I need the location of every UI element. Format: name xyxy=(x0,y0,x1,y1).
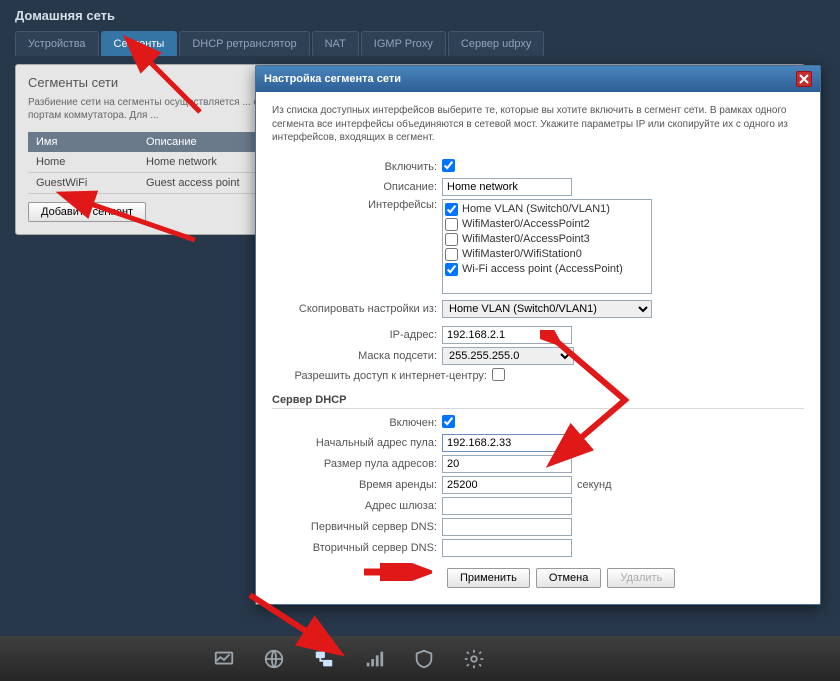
enable-checkbox[interactable] xyxy=(442,159,455,172)
interfaces-scrollbox[interactable]: Home VLAN (Switch0/VLAN1) WifiMaster0/Ac… xyxy=(442,199,652,294)
dhcp-section-header: Сервер DHCP xyxy=(272,394,804,409)
pool-start-input[interactable] xyxy=(442,434,572,452)
dns2-input[interactable] xyxy=(442,539,572,557)
label-gateway: Адрес шлюза: xyxy=(272,500,442,512)
label-descr: Описание: xyxy=(272,181,442,193)
modal-info: Из списка доступных интерфейсов выберите… xyxy=(272,104,804,145)
label-lease: Время аренды: xyxy=(272,479,442,491)
tab-dhcp-relay[interactable]: DHCP ретранслятор xyxy=(179,31,309,56)
bottom-nav xyxy=(0,636,840,681)
interface-item[interactable]: Wi-Fi access point (AccessPoint) xyxy=(445,262,649,277)
globe-icon[interactable] xyxy=(260,645,288,673)
description-input[interactable] xyxy=(442,178,572,196)
modal-header: Настройка сегмента сети xyxy=(256,66,820,92)
dhcp-enabled-checkbox[interactable] xyxy=(442,415,455,428)
interface-item[interactable]: WifiMaster0/AccessPoint2 xyxy=(445,217,649,232)
label-pool-size: Размер пула адресов: xyxy=(272,458,442,470)
tab-bar: Устройства Сегменты DHCP ретранслятор NA… xyxy=(15,31,825,56)
label-ifaces: Интерфейсы: xyxy=(272,199,442,211)
page-title: Домашняя сеть xyxy=(0,0,840,31)
tab-nat[interactable]: NAT xyxy=(312,31,359,56)
lease-suffix: секунд xyxy=(572,479,612,491)
interface-checkbox[interactable] xyxy=(445,233,458,246)
gear-icon[interactable] xyxy=(460,645,488,673)
label-copy-from: Скопировать настройки из: xyxy=(272,303,442,315)
label-ip: IP-адрес: xyxy=(272,329,442,341)
modal-buttons: Применить Отмена Удалить xyxy=(272,560,804,588)
delete-button: Удалить xyxy=(607,568,675,588)
label-allow-remote: Разрешить доступ к интернет-центру: xyxy=(272,370,492,382)
col-name: Имя xyxy=(28,132,138,152)
label-enable: Включить: xyxy=(272,161,442,173)
interface-item[interactable]: Home VLAN (Switch0/VLAN1) xyxy=(445,202,649,217)
cell-name: GuestWiFi xyxy=(28,173,138,194)
pool-size-input[interactable] xyxy=(442,455,572,473)
interface-checkbox[interactable] xyxy=(445,203,458,216)
cancel-button[interactable]: Отмена xyxy=(536,568,601,588)
label-dhcp-enabled: Включен: xyxy=(272,417,442,429)
interface-checkbox[interactable] xyxy=(445,248,458,261)
signal-icon[interactable] xyxy=(360,645,388,673)
label-dns2: Вторичный сервер DNS: xyxy=(272,542,442,554)
interface-item[interactable]: WifiMaster0/WifiStation0 xyxy=(445,247,649,262)
monitor-icon[interactable] xyxy=(210,645,238,673)
interface-checkbox[interactable] xyxy=(445,263,458,276)
interface-label: Home VLAN (Switch0/VLAN1) xyxy=(462,203,610,215)
gateway-input[interactable] xyxy=(442,497,572,515)
tab-udpxy[interactable]: Сервер udpxy xyxy=(448,31,545,56)
label-mask: Маска подсети: xyxy=(272,350,442,362)
add-segment-button[interactable]: Добавить сегмент xyxy=(28,202,146,222)
label-dns1: Первичный сервер DNS: xyxy=(272,521,442,533)
segment-settings-modal: Настройка сегмента сети Из списка доступ… xyxy=(255,65,821,605)
label-pool-start: Начальный адрес пула: xyxy=(272,437,442,449)
allow-remote-checkbox[interactable] xyxy=(492,368,505,381)
interface-checkbox[interactable] xyxy=(445,218,458,231)
interface-label: WifiMaster0/WifiStation0 xyxy=(462,248,582,260)
tab-devices[interactable]: Устройства xyxy=(15,31,99,56)
tab-segments[interactable]: Сегменты xyxy=(101,31,178,56)
shield-icon[interactable] xyxy=(410,645,438,673)
modal-title: Настройка сегмента сети xyxy=(264,73,401,85)
interface-label: WifiMaster0/AccessPoint3 xyxy=(462,233,590,245)
ip-input[interactable] xyxy=(442,326,572,344)
tab-igmp[interactable]: IGMP Proxy xyxy=(361,31,446,56)
copy-from-select[interactable]: Home VLAN (Switch0/VLAN1) xyxy=(442,300,652,318)
cell-name: Home xyxy=(28,152,138,173)
interface-label: WifiMaster0/AccessPoint2 xyxy=(462,218,590,230)
netmask-select[interactable]: 255.255.255.0 xyxy=(442,347,574,365)
dns1-input[interactable] xyxy=(442,518,572,536)
interface-label: Wi-Fi access point (AccessPoint) xyxy=(462,263,623,275)
lease-input[interactable] xyxy=(442,476,572,494)
apply-button[interactable]: Применить xyxy=(447,568,530,588)
close-icon[interactable] xyxy=(796,71,812,87)
network-icon[interactable] xyxy=(310,645,338,673)
interface-item[interactable]: WifiMaster0/AccessPoint3 xyxy=(445,232,649,247)
